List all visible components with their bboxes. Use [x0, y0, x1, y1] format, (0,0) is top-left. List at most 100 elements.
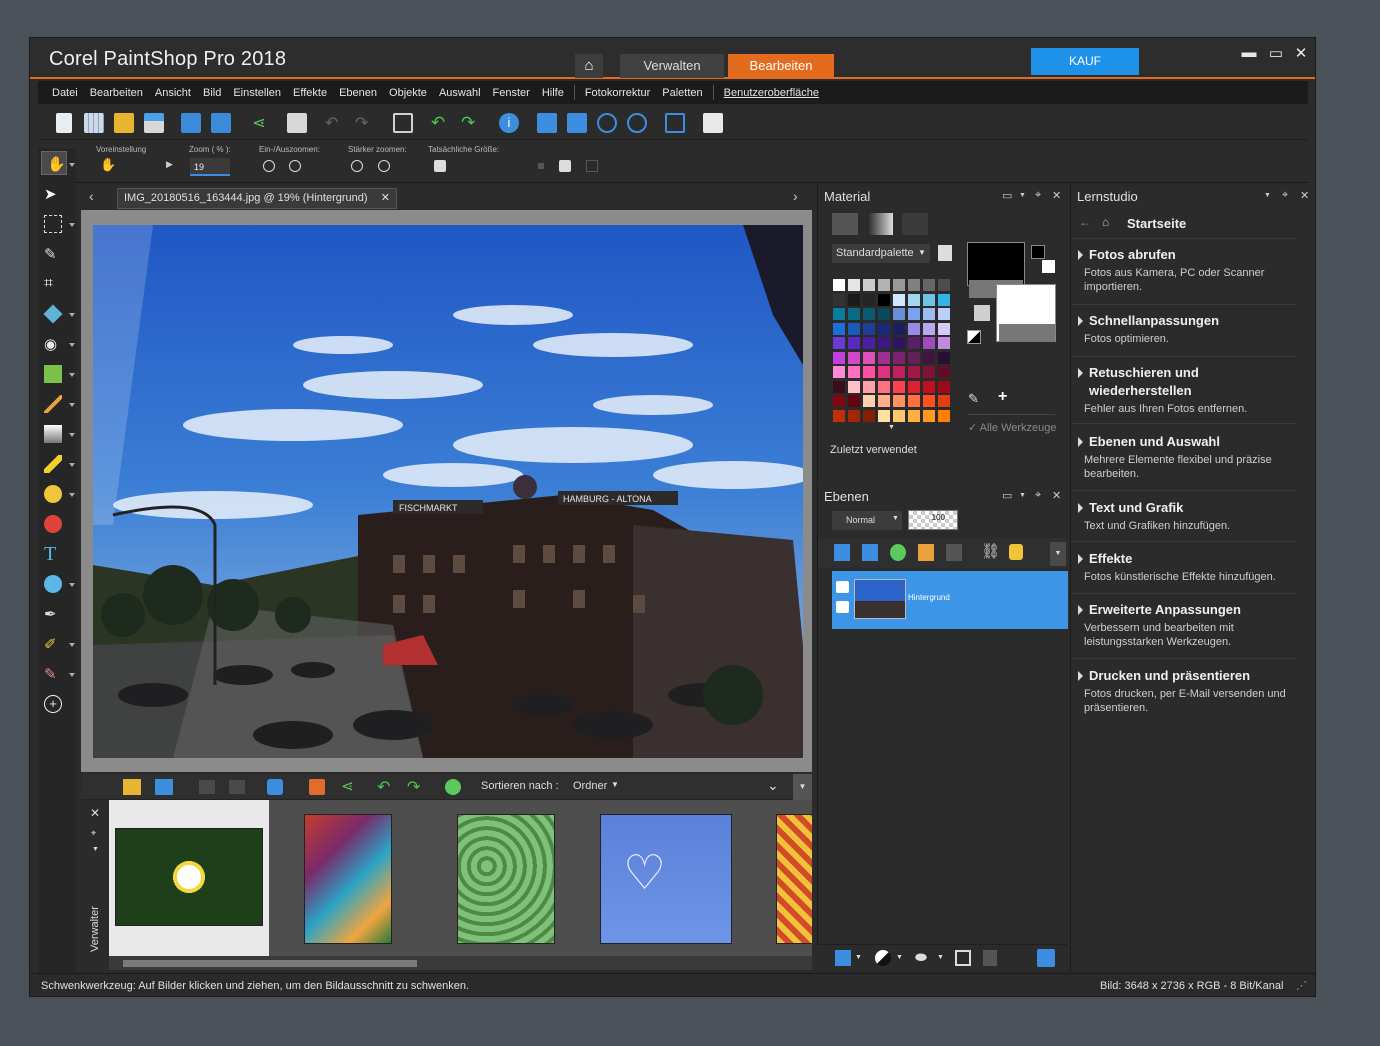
- actual-size-button[interactable]: [434, 160, 446, 172]
- color-swatch[interactable]: [862, 350, 876, 365]
- organizer-share-icon[interactable]: ⋖: [341, 777, 354, 795]
- bg-small-swatch[interactable]: [1042, 260, 1055, 273]
- color-swatch[interactable]: [832, 408, 846, 423]
- menu-user-interface[interactable]: Benutzeroberfläche: [718, 87, 825, 99]
- color-swatch[interactable]: [922, 278, 936, 292]
- color-swatch[interactable]: [847, 394, 861, 408]
- color-swatch[interactable]: [892, 350, 906, 365]
- color-swatch[interactable]: [832, 307, 846, 321]
- learn-section-text-graphics[interactable]: Text und Grafik Text und Grafiken hinzufü…: [1071, 499, 1297, 542]
- eraser-tool-icon[interactable]: [44, 455, 62, 473]
- shape-tool-icon[interactable]: [44, 575, 62, 593]
- pen-tool-icon[interactable]: ✒: [44, 605, 62, 623]
- color-swatch[interactable]: [832, 336, 846, 350]
- color-swatch[interactable]: [847, 292, 861, 307]
- color-swatch[interactable]: [862, 336, 876, 350]
- adjustment-icon[interactable]: [875, 950, 891, 966]
- color-swatch[interactable]: [922, 408, 936, 423]
- organizer-rotate-right-icon[interactable]: ↷: [407, 777, 420, 797]
- menu-effects[interactable]: Effekte: [287, 87, 333, 99]
- tabs-prev-icon[interactable]: ‹: [89, 188, 94, 204]
- home-button[interactable]: ⌂: [575, 54, 603, 78]
- color-swatch[interactable]: [877, 278, 891, 292]
- color-swatch[interactable]: [937, 350, 951, 365]
- tool-flyout-arrow[interactable]: [69, 643, 75, 647]
- merge-icon[interactable]: [955, 950, 971, 966]
- info-icon[interactable]: i: [499, 113, 519, 133]
- color-swatch[interactable]: [832, 365, 846, 379]
- thumbnail-market[interactable]: [304, 814, 392, 944]
- color-swatch[interactable]: [847, 408, 861, 423]
- panel-menu-icon[interactable]: ▼: [1019, 192, 1026, 199]
- color-swatch[interactable]: [877, 307, 891, 321]
- color-swatch[interactable]: [922, 307, 936, 321]
- zoom-more-in-button[interactable]: [378, 160, 390, 172]
- panel-menu-icon[interactable]: ▼: [1264, 192, 1271, 199]
- learn-section-get-photos[interactable]: Fotos abrufen Fotos aus Kamera, PC oder S…: [1071, 246, 1297, 305]
- buy-button[interactable]: KAUF: [1031, 48, 1139, 75]
- color-swatch[interactable]: [907, 394, 921, 408]
- organizer-refresh-icon[interactable]: [445, 779, 461, 795]
- thumbnail-leaves[interactable]: [457, 814, 555, 944]
- color-swatch[interactable]: [937, 336, 951, 350]
- palette-dropdown-icon[interactable]: ▼: [918, 248, 926, 257]
- color-swatch[interactable]: [937, 307, 951, 321]
- color-swatch[interactable]: [877, 394, 891, 408]
- swatch-scroll-icon[interactable]: ▼: [888, 424, 895, 431]
- color-swatch[interactable]: [847, 350, 861, 365]
- fill-tool-icon[interactable]: [44, 485, 62, 503]
- color-swatch[interactable]: [877, 336, 891, 350]
- menu-help[interactable]: Hilfe: [536, 87, 570, 99]
- tool-flyout-arrow[interactable]: [69, 583, 75, 587]
- copy-icon[interactable]: [703, 113, 723, 133]
- tool-flyout-arrow[interactable]: [69, 163, 75, 167]
- thumbnail-heart[interactable]: ♡: [600, 814, 732, 944]
- new-raster-layer-icon[interactable]: [835, 950, 851, 966]
- color-swatch[interactable]: [862, 379, 876, 394]
- panel-menu-icon[interactable]: ▼: [1019, 492, 1026, 499]
- color-swatch[interactable]: [937, 379, 951, 394]
- close-icon[interactable]: ✕: [1292, 44, 1310, 62]
- color-swatch[interactable]: [892, 321, 906, 336]
- new-from-template-icon[interactable]: [84, 113, 104, 133]
- color-swatch[interactable]: [892, 336, 906, 350]
- color-swatch[interactable]: [922, 321, 936, 336]
- blend-dropdown-icon[interactable]: ▼: [892, 515, 899, 522]
- organizer-select-icon[interactable]: [267, 779, 283, 795]
- menu-palettes[interactable]: Paletten: [656, 87, 708, 99]
- adjust-tab-icon[interactable]: [902, 213, 928, 235]
- layers-more-icon[interactable]: ▼: [1050, 542, 1066, 566]
- art-brush-tool-icon[interactable]: ✐: [44, 635, 62, 653]
- tab-manage[interactable]: Verwalten: [620, 54, 724, 78]
- gradient-tool-icon[interactable]: [44, 425, 62, 443]
- pick-tool-icon[interactable]: ➤: [44, 185, 62, 203]
- home-small-icon[interactable]: ⌂: [1102, 215, 1109, 229]
- fit-window-icon[interactable]: [567, 113, 587, 133]
- color-swatch[interactable]: [877, 350, 891, 365]
- color-swatch[interactable]: [832, 292, 846, 307]
- gradient-tab-icon[interactable]: [867, 213, 893, 235]
- brush-tool-icon[interactable]: [44, 395, 62, 413]
- sort-select[interactable]: Ordner: [573, 780, 607, 792]
- color-swatch[interactable]: [907, 379, 921, 394]
- organizer-batch-icon[interactable]: [309, 779, 325, 795]
- preset-expand-icon[interactable]: ▶: [166, 159, 173, 170]
- document-tab[interactable]: IMG_20180516_163444.jpg @ 19% (Hintergru…: [117, 188, 397, 209]
- zoom-more-out-button[interactable]: [351, 160, 363, 172]
- zoom-out-button[interactable]: [263, 160, 275, 172]
- color-swatch[interactable]: [832, 321, 846, 336]
- color-swatch[interactable]: [907, 292, 921, 307]
- zoom-out-icon[interactable]: [597, 113, 617, 133]
- panel-close-icon[interactable]: ✕: [1300, 189, 1309, 202]
- adjustment-layer-icon[interactable]: [890, 544, 906, 561]
- color-swatch[interactable]: [862, 307, 876, 321]
- color-swatch[interactable]: [847, 321, 861, 336]
- palette-select[interactable]: Standardpalette: [832, 244, 930, 263]
- panel-restore-icon[interactable]: ▭: [1002, 489, 1012, 502]
- zoom-in-button[interactable]: [289, 160, 301, 172]
- crop-tool-icon[interactable]: ⌗: [44, 275, 62, 293]
- color-swatch[interactable]: [862, 365, 876, 379]
- menu-edit[interactable]: Bearbeiten: [84, 87, 149, 99]
- print-icon[interactable]: [287, 113, 307, 133]
- organizer-options-icon[interactable]: ▼: [793, 774, 812, 800]
